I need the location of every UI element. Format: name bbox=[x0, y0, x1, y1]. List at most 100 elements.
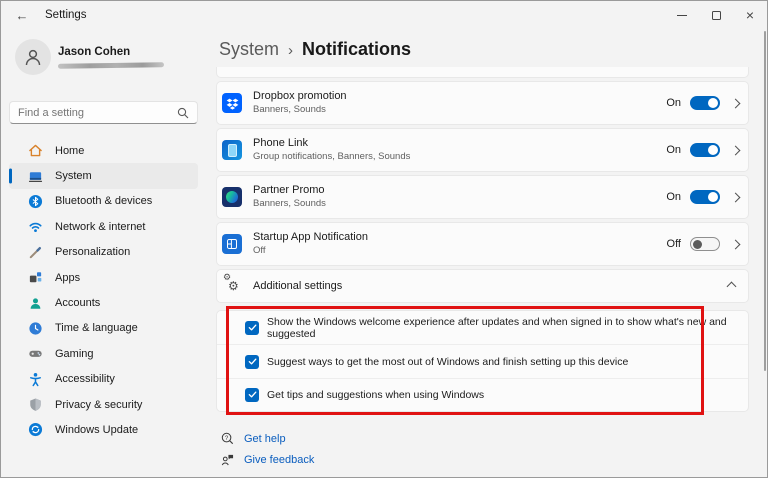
sidebar-item-gaming[interactable]: Gaming bbox=[9, 341, 198, 366]
sidebar-item-label: Bluetooth & devices bbox=[55, 195, 152, 207]
partial-row-above bbox=[216, 67, 749, 78]
sidebar-item-label: Windows Update bbox=[55, 424, 138, 436]
sidebar-item-label: Accounts bbox=[55, 297, 100, 309]
sidebar-item-windows-update[interactable]: Windows Update bbox=[9, 417, 198, 442]
redacted-email-scribble bbox=[58, 62, 164, 68]
footer-links: ? Get help Give feedback bbox=[219, 428, 749, 470]
sidebar-item-network-internet[interactable]: Network & internet bbox=[9, 214, 198, 239]
breadcrumb-system[interactable]: System bbox=[219, 39, 279, 60]
window-title: Settings bbox=[45, 9, 87, 21]
breadcrumb: System › Notifications bbox=[219, 39, 749, 60]
sidebar-item-apps[interactable]: Apps bbox=[9, 265, 198, 290]
close-icon: × bbox=[746, 8, 754, 22]
annotated-region: Show the Windows welcome experience afte… bbox=[216, 310, 749, 412]
checkbox-checked[interactable] bbox=[245, 388, 259, 402]
personalization-icon bbox=[27, 244, 43, 260]
search-input[interactable] bbox=[18, 107, 177, 119]
sidebar: Jason Cohen Home System bbox=[1, 29, 206, 477]
accounts-icon bbox=[27, 295, 43, 311]
chevron-right-icon[interactable] bbox=[731, 98, 741, 108]
sidebar-item-label: Apps bbox=[55, 272, 80, 284]
notification-toggle[interactable] bbox=[690, 143, 720, 157]
scrollbar-thumb[interactable] bbox=[764, 31, 766, 371]
checkbox-label: Get tips and suggestions when using Wind… bbox=[267, 389, 484, 401]
row-subtitle: Banners, Sounds bbox=[253, 198, 326, 210]
notification-row-phone-link[interactable]: Phone Link Group notifications, Banners,… bbox=[216, 128, 749, 172]
notification-row-dropbox-promotion[interactable]: Dropbox promotion Banners, Sounds On bbox=[216, 81, 749, 125]
row-title: Partner Promo bbox=[253, 184, 326, 197]
sidebar-item-label: Time & language bbox=[55, 322, 138, 334]
back-arrow-icon: ← bbox=[16, 8, 29, 23]
chevron-right-icon[interactable] bbox=[731, 192, 741, 202]
sidebar-item-home[interactable]: Home bbox=[9, 138, 198, 163]
toggle-state-label: On bbox=[666, 191, 681, 203]
toggle-state-label: On bbox=[666, 97, 681, 109]
bluetooth-icon bbox=[27, 193, 43, 209]
sidebar-item-time-language[interactable]: Time & language bbox=[9, 316, 198, 341]
checkbox-row-suggest-ways[interactable]: Suggest ways to get the most out of Wind… bbox=[217, 344, 748, 377]
checkbox-checked[interactable] bbox=[245, 355, 259, 369]
additional-settings-label: Additional settings bbox=[253, 280, 342, 292]
row-title: Dropbox promotion bbox=[253, 90, 347, 103]
maximize-button[interactable] bbox=[699, 1, 733, 29]
sidebar-item-privacy-security[interactable]: Privacy & security bbox=[9, 392, 198, 417]
apps-icon bbox=[27, 270, 43, 286]
toggle-knob bbox=[708, 192, 718, 202]
checkbox-checked[interactable] bbox=[245, 321, 259, 335]
sidebar-item-label: System bbox=[55, 170, 92, 182]
sidebar-item-bluetooth-devices[interactable]: Bluetooth & devices bbox=[9, 189, 198, 214]
notification-toggle[interactable] bbox=[690, 190, 720, 204]
sidebar-item-label: Privacy & security bbox=[55, 399, 142, 411]
sidebar-item-system[interactable]: System bbox=[9, 163, 198, 188]
avatar bbox=[15, 39, 51, 75]
home-icon bbox=[27, 143, 43, 159]
chevron-right-icon[interactable] bbox=[731, 145, 741, 155]
toggle-state-label: On bbox=[666, 144, 681, 156]
checkbox-label: Suggest ways to get the most out of Wind… bbox=[267, 356, 628, 368]
close-button[interactable]: × bbox=[733, 1, 767, 29]
notification-list: Dropbox promotion Banners, Sounds On Pho… bbox=[216, 67, 749, 470]
toggle-state-label: Off bbox=[667, 238, 681, 250]
row-subtitle: Off bbox=[253, 245, 368, 257]
phone-link-icon bbox=[222, 140, 242, 160]
additional-settings-row[interactable]: ⚙⚙ Additional settings bbox=[216, 269, 749, 303]
settings-window: ← Settings × Jason Cohen bbox=[0, 0, 768, 478]
toggle-knob bbox=[708, 98, 718, 108]
user-name: Jason Cohen bbox=[58, 46, 130, 58]
svg-text:?: ? bbox=[224, 436, 228, 442]
notification-row-partner-promo[interactable]: Partner Promo Banners, Sounds On bbox=[216, 175, 749, 219]
sidebar-item-label: Personalization bbox=[55, 246, 130, 258]
checkmark-icon bbox=[248, 357, 257, 366]
notification-toggle[interactable] bbox=[690, 96, 720, 110]
get-help-label[interactable]: Get help bbox=[244, 433, 286, 445]
give-feedback-link[interactable]: Give feedback bbox=[219, 449, 749, 470]
gears-icon: ⚙⚙ bbox=[222, 276, 242, 296]
titlebar: ← Settings × bbox=[1, 1, 767, 29]
time-language-icon bbox=[27, 320, 43, 336]
startup-app-icon bbox=[222, 234, 242, 254]
checkbox-row-tips-suggestions[interactable]: Get tips and suggestions when using Wind… bbox=[217, 378, 748, 411]
privacy-icon bbox=[27, 397, 43, 413]
checkbox-label: Show the Windows welcome experience afte… bbox=[267, 316, 748, 340]
sidebar-item-accounts[interactable]: Accounts bbox=[9, 290, 198, 315]
give-feedback-icon bbox=[219, 453, 235, 466]
user-profile[interactable]: Jason Cohen bbox=[15, 39, 206, 85]
checkbox-row-welcome-experience[interactable]: Show the Windows welcome experience afte… bbox=[217, 311, 748, 344]
notification-row-startup-app[interactable]: Startup App Notification Off Off bbox=[216, 222, 749, 266]
notification-toggle[interactable] bbox=[690, 237, 720, 251]
sidebar-item-label: Gaming bbox=[55, 348, 94, 360]
additional-settings-options: Show the Windows welcome experience afte… bbox=[216, 310, 749, 412]
minimize-button[interactable] bbox=[665, 1, 699, 29]
page-title: Notifications bbox=[302, 39, 411, 60]
chevron-right-icon[interactable] bbox=[731, 239, 741, 249]
maximize-icon bbox=[712, 11, 721, 20]
chevron-up-icon[interactable] bbox=[727, 281, 737, 291]
window-controls: × bbox=[665, 1, 767, 29]
gaming-icon bbox=[27, 346, 43, 362]
search-box[interactable] bbox=[9, 101, 198, 124]
back-button[interactable]: ← bbox=[7, 3, 37, 27]
sidebar-item-accessibility[interactable]: Accessibility bbox=[9, 367, 198, 392]
get-help-link[interactable]: ? Get help bbox=[219, 428, 749, 449]
give-feedback-label[interactable]: Give feedback bbox=[244, 454, 314, 466]
sidebar-item-personalization[interactable]: Personalization bbox=[9, 240, 198, 265]
